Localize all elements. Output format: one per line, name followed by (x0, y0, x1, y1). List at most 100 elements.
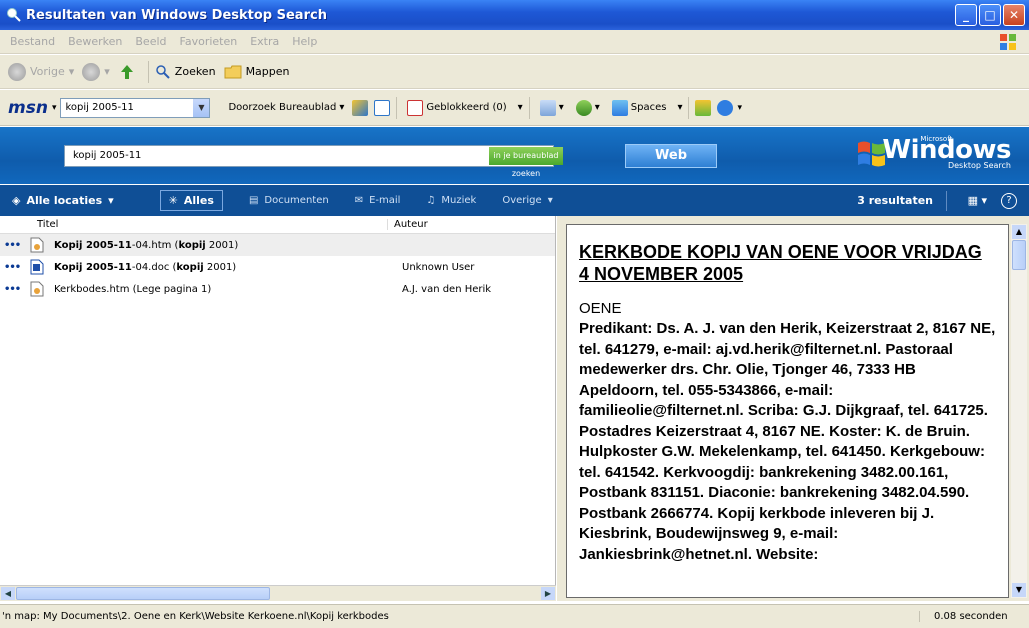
scroll-thumb[interactable] (1012, 240, 1026, 270)
filter-separator (946, 191, 947, 211)
menu-help[interactable]: Help (292, 35, 317, 48)
help-icon[interactable]: ? (1001, 192, 1017, 209)
search-icon (156, 64, 170, 79)
chevron-down-icon[interactable]: ▼ (193, 98, 210, 117)
forward-button[interactable]: ▾ (82, 62, 110, 81)
menu-tools[interactable]: Extra (250, 35, 279, 48)
family-safety-icon[interactable] (695, 99, 712, 116)
close-button[interactable]: ✕ (1003, 4, 1025, 26)
chevron-down-icon[interactable]: ▾ (52, 103, 57, 113)
preview-heading: KERKBODE KOPIJ VAN OENE VOOR VRIJDAG 4 N… (579, 242, 982, 284)
result-name: Kopij 2005-11-04.doc (kopij 2001) (54, 261, 237, 273)
result-name: Kerkbodes.htm (Lege pagina 1) (54, 283, 212, 295)
html-file-icon (30, 281, 44, 297)
scroll-thumb[interactable] (16, 587, 270, 600)
windows-flag-icon (1000, 34, 1016, 50)
maximize-button[interactable]: □ (979, 4, 1001, 26)
location-dropdown[interactable]: ◈ Alle locaties ▾ (12, 194, 114, 207)
preview-pane: KERKBODE KOPIJ VAN OENE VOOR VRIJDAG 4 N… (557, 216, 1029, 601)
chevron-down-icon: ▾ (104, 65, 110, 78)
filter-music[interactable]: ♫ Muziek (426, 195, 476, 206)
msn-logo: msn (8, 97, 48, 118)
edit-window-icon[interactable] (374, 99, 391, 116)
desktop-search-button[interactable]: in je bureaublad zoeken (489, 147, 563, 178)
column-title[interactable]: Titel (0, 219, 388, 230)
status-bar: 'n map: My Documents\2. Oene en Kerk\Web… (0, 604, 1029, 628)
filter-all[interactable]: ✳ Alles (159, 190, 223, 211)
column-author[interactable]: Auteur (388, 219, 428, 230)
up-folder-icon[interactable] (118, 63, 136, 81)
documents-icon: ▤ (248, 195, 259, 206)
msn-query-combo[interactable]: kopij 2005-11 ▼ (60, 97, 211, 118)
filter-bar: ◈ Alle locaties ▾ ✳ Alles ▤ Documenten ✉… (0, 185, 1029, 216)
spaces-icon (611, 99, 628, 116)
highlight-pen-icon[interactable] (352, 99, 369, 116)
list-item[interactable]: ••• Kopij 2005-11-04.doc (kopij 2001) Un… (0, 256, 555, 278)
search-button[interactable]: Zoeken (155, 64, 216, 80)
document-preview: KERKBODE KOPIJ VAN OENE VOOR VRIJDAG 4 N… (566, 224, 1009, 598)
buddy-icon (575, 99, 592, 116)
horizontal-scrollbar[interactable]: ◀ ▶ (0, 585, 556, 601)
result-author: A.J. van den Herik (402, 283, 492, 295)
list-header: Titel Auteur (0, 216, 555, 234)
vertical-scrollbar[interactable]: ▲ ▼ (1011, 224, 1027, 598)
scroll-right-icon[interactable]: ▶ (541, 587, 555, 600)
menu-file[interactable]: Bestand (10, 35, 55, 48)
results-list: Titel Auteur ••• Kopij 2005-11-04.htm (k… (0, 216, 556, 601)
back-button[interactable]: Vorige ▾ (8, 62, 75, 81)
html-file-icon (30, 237, 44, 253)
title-bar: Resultaten van Windows Desktop Search _ … (0, 0, 1029, 30)
popup-blocker-icon (407, 99, 424, 116)
help-icon[interactable] (717, 99, 734, 116)
relevance-dots: ••• (4, 261, 21, 273)
blocked-popups-button[interactable]: Geblokkeerd (0) ▾ (407, 99, 523, 116)
folder-icon (224, 65, 242, 78)
toolbar-separator (396, 96, 398, 119)
chevron-down-icon[interactable]: ▾ (737, 103, 742, 113)
chevron-down-icon: ▾ (558, 102, 564, 113)
msn-toolbar: msn ▾ kopij 2005-11 ▼ Doorzoek Bureaubla… (0, 90, 1029, 126)
result-name: Kopij 2005-11-04.htm (kopij 2001) (54, 239, 239, 251)
menu-favorites[interactable]: Favorieten (180, 35, 238, 48)
toolbar-separator (528, 96, 530, 119)
desktop-scope-button[interactable]: Doorzoek Bureaublad ▾ (228, 102, 344, 113)
filter-documents[interactable]: ▤ Documenten (249, 195, 329, 206)
chevron-down-icon: ▾ (594, 102, 600, 113)
chevron-down-icon: ▾ (547, 195, 553, 206)
toolbar-separator (147, 60, 149, 83)
scroll-up-icon[interactable]: ▲ (1012, 225, 1026, 239)
buddy-button[interactable]: ▾ (575, 99, 600, 116)
filter-email[interactable]: ✉ E-mail (355, 195, 401, 206)
word-document-icon (30, 259, 44, 275)
list-item[interactable]: ••• Kopij 2005-11-04.htm (kopij 2001) (0, 234, 555, 256)
chevron-down-icon: ▾ (68, 65, 75, 78)
web-search-button[interactable]: Web (625, 144, 717, 168)
back-arrow-icon (8, 62, 26, 81)
search-header: kopij 2005-11 in je bureaublad zoeken We… (0, 127, 1029, 184)
search-input[interactable]: kopij 2005-11 (64, 145, 554, 167)
windows-desktop-search-brand: Microsoft Windows Desktop Search (882, 135, 1011, 170)
scroll-left-icon[interactable]: ◀ (1, 587, 15, 600)
star-icon: ✳ (168, 194, 178, 207)
scroll-down-icon[interactable]: ▼ (1012, 583, 1026, 597)
filter-other[interactable]: Overige ▾ (502, 195, 552, 206)
window-title: Resultaten van Windows Desktop Search (26, 7, 327, 23)
relevance-dots: ••• (4, 239, 21, 251)
chevron-down-icon: ▾ (108, 194, 114, 207)
preview-body: Predikant: Ds. A. J. van den Herik, Keiz… (579, 320, 996, 563)
mail-button[interactable]: ▾ (539, 99, 564, 116)
toolbar-separator (688, 96, 690, 119)
forward-arrow-icon (82, 62, 101, 81)
folders-button[interactable]: Mappen (224, 64, 290, 80)
mail-icon (539, 99, 556, 116)
locations-icon: ◈ (12, 194, 21, 207)
list-item[interactable]: ••• Kerkbodes.htm (Lege pagina 1) A.J. v… (0, 278, 555, 300)
minimize-button[interactable]: _ (955, 4, 977, 26)
search-app-icon (7, 8, 21, 22)
view-options-icon[interactable]: ▦ ▾ (968, 194, 987, 207)
menu-view[interactable]: Beeld (135, 35, 166, 48)
music-icon: ♫ (426, 195, 436, 206)
results-count: 3 resultaten (857, 194, 933, 207)
spaces-button[interactable]: Spaces ▾ (611, 99, 682, 116)
menu-edit[interactable]: Bewerken (68, 35, 122, 48)
